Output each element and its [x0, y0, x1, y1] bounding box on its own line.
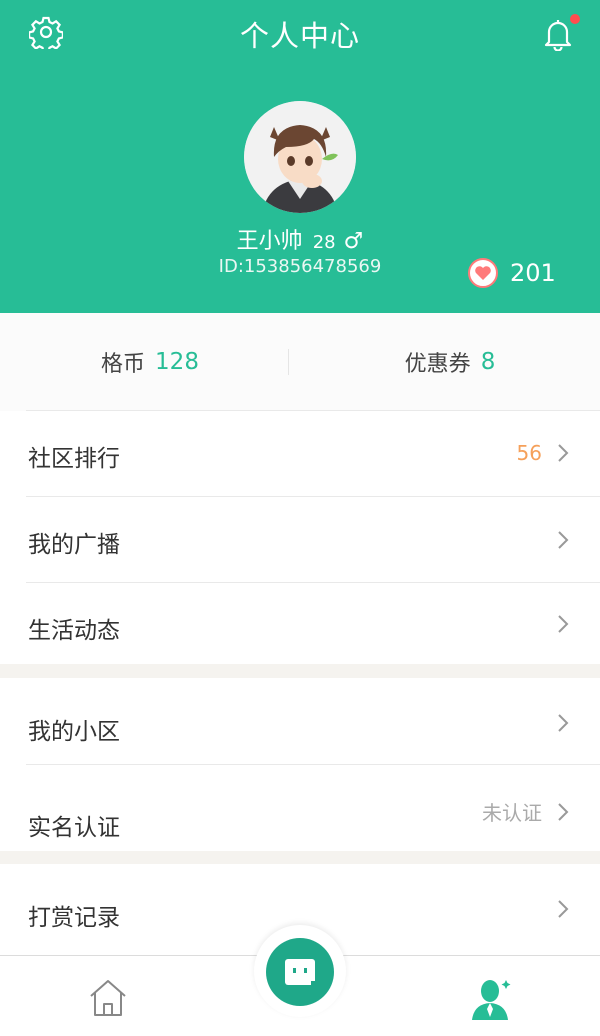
- robot-icon: [285, 959, 317, 987]
- menu-item-my-broadcast[interactable]: 我的广播: [0, 497, 600, 582]
- chevron-right-icon: [558, 444, 569, 462]
- menu-item-life-feed[interactable]: 生活动态: [0, 583, 600, 664]
- menu-item-label: 实名认证: [28, 815, 120, 841]
- rank-value: 56: [516, 441, 542, 465]
- user-name: 王小帅: [236, 229, 303, 254]
- chevron-right-icon: [558, 802, 569, 821]
- user-icon: [472, 980, 511, 1020]
- chevron-right-icon: [558, 714, 569, 732]
- menu-item-label: 我的小区: [28, 719, 120, 745]
- menu-item-community-rank[interactable]: 社区排行 56: [0, 411, 600, 496]
- tab-home[interactable]: [86, 976, 130, 1020]
- coins-label: 格币: [101, 352, 146, 377]
- stats-divider: [288, 349, 289, 375]
- avatar[interactable]: [244, 101, 356, 213]
- chevron-right-icon: [558, 531, 569, 549]
- page-title: 个人中心: [239, 19, 360, 53]
- profile-name-row: 王小帅 28 ♂: [0, 223, 600, 255]
- menu-item-real-name-verify[interactable]: 实名认证 未认证: [0, 765, 600, 851]
- verify-status: 未认证: [482, 801, 542, 825]
- coins-value: 128: [155, 349, 199, 375]
- coins-stat[interactable]: 格币 128: [0, 313, 300, 411]
- section-gap: [0, 851, 600, 864]
- stats-bar: 格币 128 优惠券 8: [0, 313, 600, 411]
- home-icon: [90, 980, 126, 1016]
- menu-item-label: 社区排行: [28, 446, 120, 472]
- heart-icon: [468, 258, 498, 288]
- profile-header: 个人中心 王小帅 28 ♂ ID:153856478569 201: [0, 0, 600, 313]
- menu-item-label: 生活动态: [28, 618, 120, 644]
- tab-me[interactable]: [468, 974, 516, 1022]
- chevron-right-icon: [558, 900, 569, 918]
- user-age: 28: [312, 232, 336, 253]
- coupons-label: 优惠券: [404, 352, 471, 377]
- menu-item-label: 我的广播: [28, 532, 120, 558]
- likes-count: 201: [510, 259, 556, 287]
- menu-item-my-community[interactable]: 我的小区: [0, 678, 600, 764]
- center-action-button[interactable]: [266, 938, 334, 1006]
- menu-item-label: 打赏记录: [28, 905, 120, 931]
- gender-male-icon: ♂: [343, 229, 364, 254]
- bell-icon: [544, 20, 572, 51]
- unread-badge: [570, 14, 580, 24]
- section-gap: [0, 664, 600, 678]
- coupons-value: 8: [480, 349, 496, 375]
- coupons-stat[interactable]: 优惠券 8: [300, 313, 600, 411]
- chevron-right-icon: [558, 615, 569, 633]
- likes-counter[interactable]: 201: [468, 258, 556, 288]
